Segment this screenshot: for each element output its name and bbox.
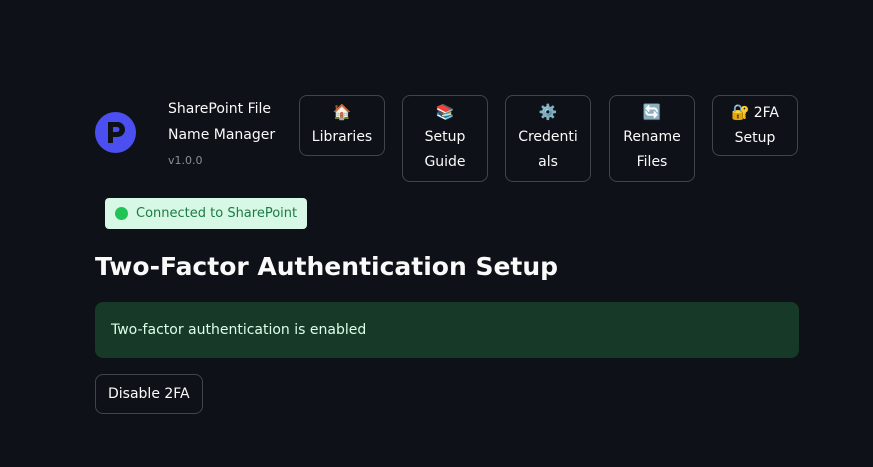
nav-2fa-setup-button[interactable]: 🔐 2FA Setup [712,95,798,156]
nav-credentials-label: Credentials [518,129,578,170]
house-icon: 🏠 [332,103,352,121]
nav-libraries-button[interactable]: 🏠 Libraries [299,95,385,156]
page-title: Two-Factor Authentication Setup [95,252,559,281]
nav-libraries-label: Libraries [311,129,373,145]
app-title: SharePoint File Name Manager [168,101,276,143]
books-icon: 📚 [435,103,455,121]
brand: SharePoint File Name Manager v1.0.0 [168,96,288,167]
success-alert: Two-factor authentication is enabled [95,302,799,358]
refresh-icon: 🔄 [642,103,662,121]
nav-setup-guide-label: Setup Guide [424,129,466,170]
disable-2fa-button[interactable]: Disable 2FA [95,374,203,414]
gear-icon: ⚙️ [538,103,558,121]
connection-status-badge: Connected to SharePoint [105,198,308,229]
app-version: v1.0.0 [168,154,203,167]
nav-rename-files-label: Rename Files [623,129,681,170]
nav-rename-files-button[interactable]: 🔄 Rename Files [609,95,695,182]
nav-credentials-button[interactable]: ⚙️ Credentials [505,95,591,182]
connection-status-text: Connected to SharePoint [136,206,298,221]
lock-key-icon: 🔐 [731,103,750,121]
status-dot-icon [115,207,128,220]
app-logo-icon [95,112,136,153]
success-alert-text: Two-factor authentication is enabled [111,322,367,338]
nav-setup-guide-button[interactable]: 📚 Setup Guide [402,95,488,182]
